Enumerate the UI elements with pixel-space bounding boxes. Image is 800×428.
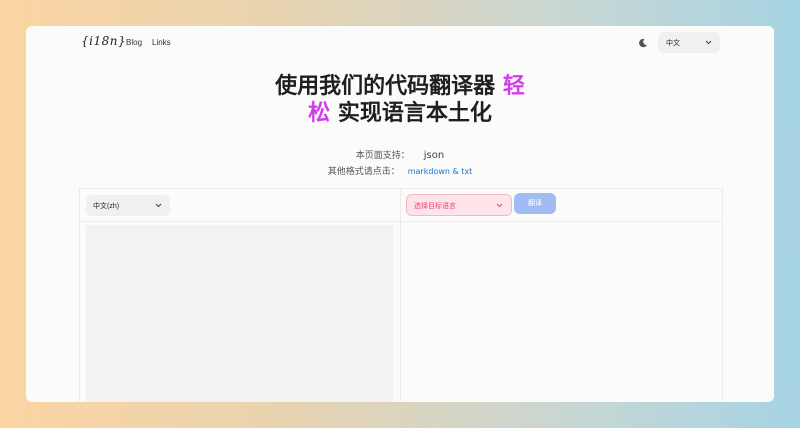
target-language-placeholder: 选择目标语言 — [414, 203, 456, 210]
nav-link-links[interactable]: Links — [152, 38, 171, 47]
translate-button[interactable]: 翻译 — [514, 193, 556, 214]
supported-format-label: 本页面支持： — [355, 151, 410, 161]
main-card: {i18n} Blog Links 中文 使用我们的代码翻译器 轻 松 实现语言… — [26, 26, 774, 402]
top-nav: {i18n} Blog Links 中文 — [26, 26, 774, 60]
hero-title-accent2: 松 — [308, 101, 331, 126]
supported-format-line: 本页面支持： json — [26, 148, 774, 161]
other-formats-link[interactable]: markdown & txt — [408, 167, 473, 176]
site-logo[interactable]: {i18n} — [81, 34, 126, 48]
hero-title-part1: 使用我们的代码翻译器 — [275, 74, 503, 99]
nav-link-blog[interactable]: Blog — [126, 38, 142, 47]
other-formats-line: 其他格式请点击： markdown & txt — [26, 164, 774, 177]
supported-format-value: json — [423, 150, 445, 161]
source-language-value: 中文(zh) — [93, 203, 120, 210]
hero-title-accent1: 轻 — [502, 74, 525, 99]
language-select[interactable]: 中文 — [658, 32, 720, 53]
moon-icon[interactable] — [638, 38, 648, 48]
other-formats-label: 其他格式请点击： — [327, 167, 400, 177]
hero-title-part2: 实现语言本土化 — [330, 101, 492, 126]
source-code-editor[interactable] — [86, 225, 393, 402]
chevron-down-icon — [705, 40, 712, 45]
hero-title: 使用我们的代码翻译器 轻 松 实现语言本土化 — [26, 73, 774, 127]
source-language-select[interactable]: 中文(zh) — [86, 195, 170, 216]
target-language-select[interactable]: 选择目标语言 — [406, 194, 512, 216]
chevron-down-icon — [155, 203, 162, 208]
language-select-value: 中文 — [666, 40, 680, 47]
translated-output-area[interactable] — [401, 222, 722, 402]
chevron-down-icon — [496, 203, 503, 208]
translator-panels: 中文(zh) 选择目标语言 翻译 — [79, 188, 723, 402]
